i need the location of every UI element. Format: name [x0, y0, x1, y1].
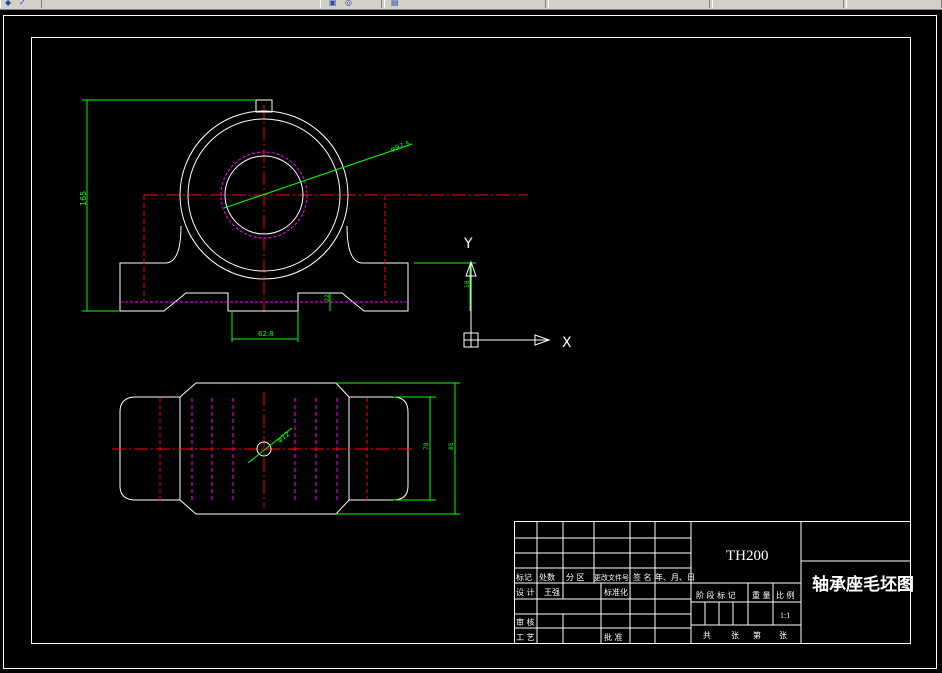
drawing-number: TH200 [726, 548, 769, 564]
open-folder-icon: ▣ [329, 0, 337, 7]
toolbar-button[interactable] [712, 0, 844, 8]
cad-drawing-canvas[interactable]: 165 φ97.5 22 62.8 18 Y X φ12 78 85 TH200… [0, 10, 942, 673]
lock-icon: ▤ [391, 0, 399, 7]
ucs-icon [463, 260, 551, 348]
window-toolbar: ◆ ✓ ▣ ◎ ▤ [0, 0, 942, 10]
drawing-name: 轴承座毛坯图 [812, 574, 914, 595]
revision-header-count: 处数 [539, 572, 555, 582]
scale-value: 1:1 [780, 611, 790, 620]
revision-header-mark: 标记 [516, 572, 532, 582]
sheet-unit2-label: 张 [779, 631, 787, 640]
shield-icon: ◆ [5, 0, 12, 7]
toolbar-button[interactable]: ▣ ◎ [320, 0, 382, 8]
weight-label: 重 量 [752, 590, 771, 600]
dim-offset-label: 18 [464, 280, 471, 288]
revision-header-date: 年、月、日 [655, 572, 695, 582]
dim-height-label: 165 [79, 191, 88, 206]
y-axis-label: Y [463, 236, 473, 252]
dim-plan-outer-label: 85 [448, 442, 455, 450]
revision-header-document: 更改文件号 [594, 573, 629, 582]
designer-name: 王强 [544, 588, 560, 597]
dim-hole-label: φ12 [276, 430, 292, 444]
scale-label: 比 例 [776, 590, 795, 600]
toolbar-button[interactable]: ◆ ✓ [0, 0, 42, 8]
process-label: 工 艺 [516, 633, 535, 642]
dim-gap-label: 62.8 [258, 330, 274, 338]
revision-header-signature: 签 名 [633, 572, 652, 582]
sheets-unit-label: 张 [731, 631, 739, 640]
toolbar-button[interactable] [548, 0, 710, 8]
design-label: 设 计 [516, 587, 535, 597]
review-label: 审 核 [516, 617, 535, 627]
top-view: φ12 78 85 [112, 382, 460, 515]
dim-bore-label: φ97.5 [390, 140, 412, 154]
approve-label: 批 准 [604, 632, 623, 642]
sheet-current-label: 第 [753, 630, 761, 640]
dim-plan-inner-label: 78 [423, 442, 430, 450]
sheets-total-label: 共 [703, 631, 711, 640]
x-axis-label: X [562, 335, 572, 351]
toolbar-button[interactable]: ▤ [384, 0, 546, 8]
check-icon: ✓ [19, 0, 26, 7]
toolbar-button[interactable] [846, 0, 942, 8]
stage-label: 阶 段 标 记 [696, 590, 736, 600]
standardization-label: 标准化 [604, 587, 628, 597]
dim-thickness-label: 22 [324, 294, 331, 302]
front-view: 165 φ97.5 22 62.8 18 [79, 99, 528, 342]
outer-frame [3, 15, 937, 669]
revision-header-zone: 分 区 [566, 573, 585, 582]
history-icon: ◎ [345, 0, 352, 7]
